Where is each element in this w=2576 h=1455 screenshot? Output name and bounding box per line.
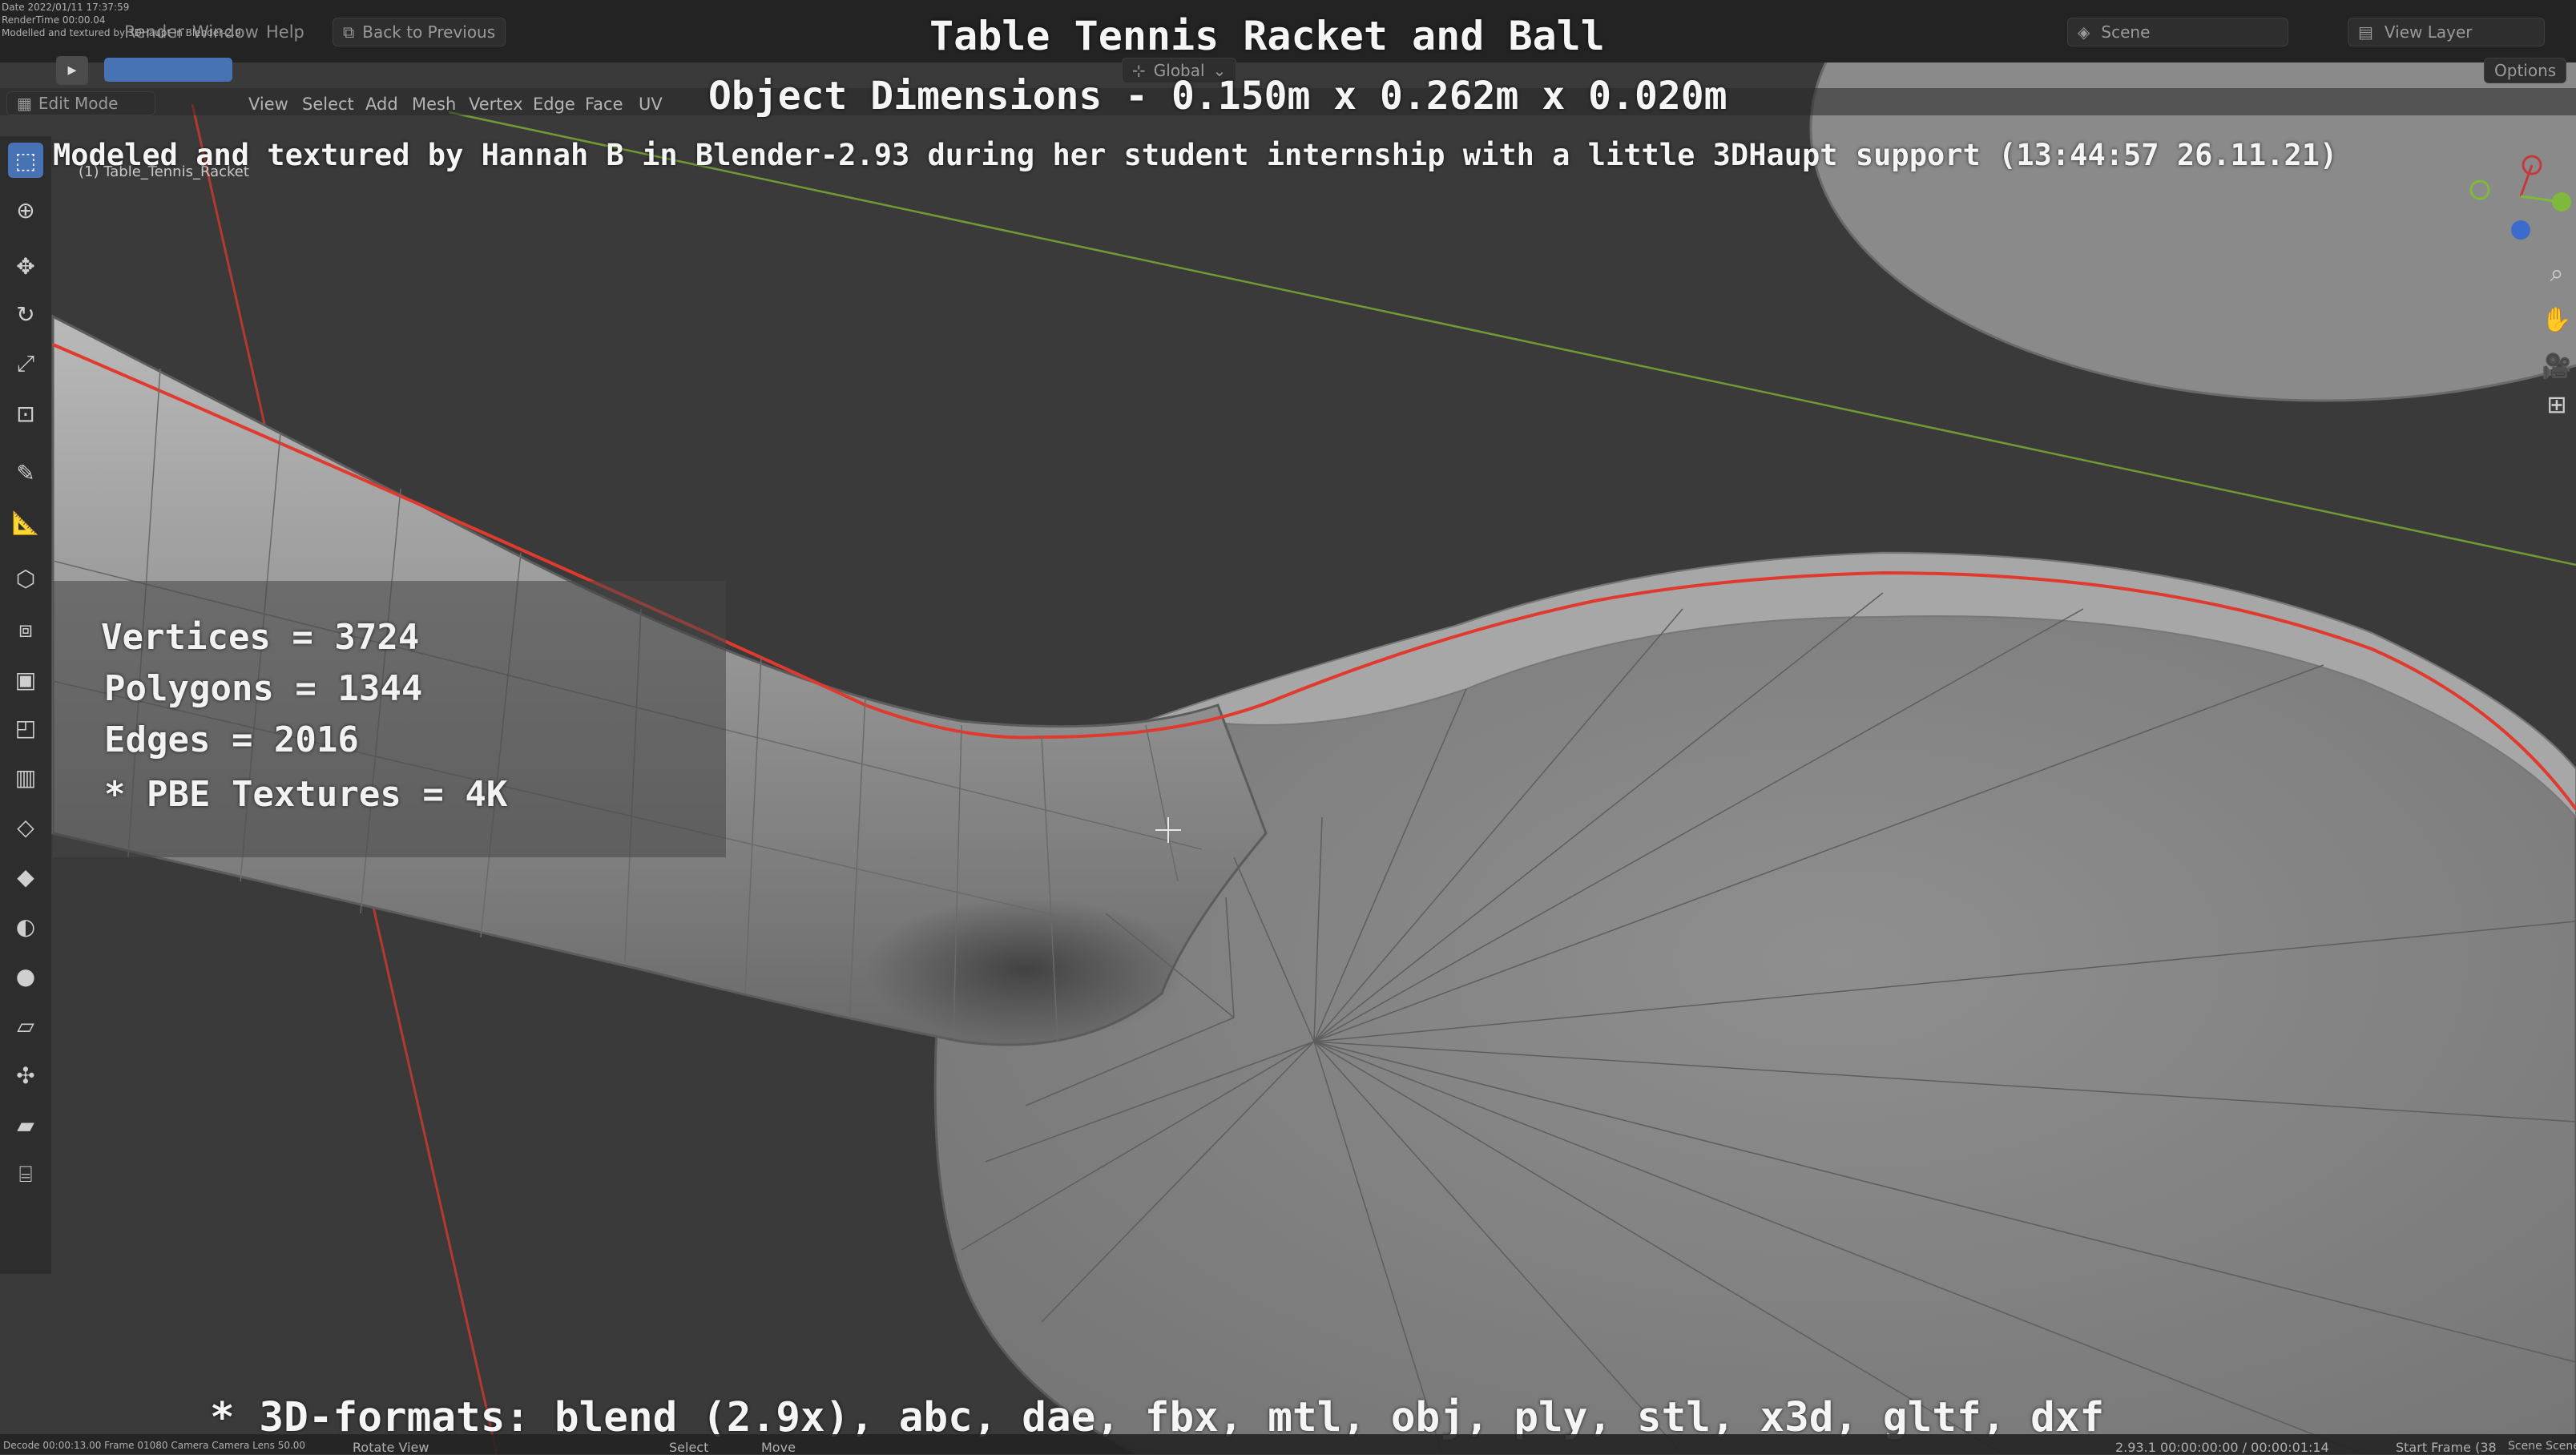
stat-vertices: Vertices = 3724 <box>101 617 420 658</box>
menu-uv[interactable]: UV <box>639 95 663 114</box>
pan-hand-icon[interactable]: ✋ <box>2540 303 2574 337</box>
status-right: 2.93.1 00:00:00:00 / 00:00:01:14 <box>2115 1440 2329 1455</box>
back-icon: ⧉ <box>343 22 355 42</box>
bevel-icon[interactable]: ◰ <box>8 710 43 745</box>
loop-cut-icon[interactable]: ▥ <box>8 760 43 795</box>
back-label: Back to Previous <box>362 22 496 42</box>
title-overlay: Table Tennis Racket and Ball <box>929 13 1605 59</box>
status-move: Move <box>761 1440 796 1455</box>
left-toolbar: ⬚ ⊕ ✥ ↻ ⤢ ⊡ ✎ 📐 ⬡ ⧈ ▣ ◰ ▥ ◇ ◆ ◐ ● ▱ ✣ ▰ … <box>0 136 51 1274</box>
scale-icon[interactable]: ⤢ <box>8 346 43 381</box>
annotate-icon[interactable]: ✎ <box>8 455 43 490</box>
options-button[interactable]: Options <box>2484 58 2567 83</box>
cursor-icon[interactable]: ⊕ <box>8 192 43 228</box>
poly-build-icon[interactable]: ◆ <box>8 859 43 894</box>
overlay-date: Date 2022/01/11 17:37:59 <box>2 2 130 13</box>
transform-icon[interactable]: ⊡ <box>8 396 43 431</box>
menu-select[interactable]: Select <box>302 95 354 114</box>
back-to-previous-button[interactable]: ⧉ Back to Previous <box>333 18 506 46</box>
status-left: Decode 00:00:13.00 Frame 01080 Camera Ca… <box>3 1440 306 1451</box>
mode-dropdown[interactable]: ▦ Edit Mode <box>6 91 155 115</box>
zoom-icon[interactable]: ⌕ <box>2540 256 2574 290</box>
status-frame: Start Frame (38 <box>2396 1440 2497 1455</box>
menu-edge[interactable]: Edge <box>533 95 575 114</box>
measure-icon[interactable]: 📐 <box>8 505 43 540</box>
shrink-fatten-icon[interactable]: ✣ <box>8 1058 43 1093</box>
menu-add[interactable]: Add <box>365 95 398 114</box>
dimensions-overlay: Object Dimensions - 0.150m x 0.262m x 0.… <box>708 74 1727 119</box>
rotate-icon[interactable]: ↻ <box>8 296 43 332</box>
scene-selector[interactable]: ◈ Scene <box>2067 18 2288 46</box>
menu-view[interactable]: View <box>248 95 288 114</box>
select-box-icon[interactable]: ⬚ <box>8 143 43 178</box>
view-layer-icon: ▤ <box>2358 22 2373 42</box>
knife-icon[interactable]: ◇ <box>8 809 43 844</box>
shear-icon[interactable]: ▰ <box>8 1107 43 1143</box>
move-icon[interactable]: ✥ <box>8 248 43 284</box>
status-select: Select <box>669 1440 709 1455</box>
handle-shadow <box>865 897 1186 1042</box>
scene-icon: ◈ <box>2078 22 2090 42</box>
camera-icon[interactable]: 🎥 <box>2540 349 2574 383</box>
extrude-icon[interactable]: ⧈ <box>8 612 43 647</box>
grid-icon[interactable]: ⊞ <box>2540 388 2574 421</box>
inset-icon[interactable]: ▣ <box>8 662 43 697</box>
options-label: Options <box>2494 61 2557 80</box>
edit-mode-icon: ▦ <box>17 94 32 113</box>
stat-polygons: Polygons = 1344 <box>104 668 423 709</box>
overlay-rendertime: RenderTime 00:00.04 <box>2 14 106 26</box>
stat-edges: Edges = 2016 <box>104 719 359 760</box>
menu-face[interactable]: Face <box>585 95 623 114</box>
view-layer-selector[interactable]: ▤ View Layer <box>2348 18 2545 46</box>
edge-slide-icon[interactable]: ▱ <box>8 1008 43 1043</box>
status-rotate: Rotate View <box>353 1440 429 1455</box>
smooth-icon[interactable]: ● <box>8 958 43 994</box>
rip-icon[interactable]: ⌸ <box>8 1157 43 1192</box>
status-scene: Scene Scene <box>2508 1440 2576 1453</box>
view-layer-label: View Layer <box>2384 22 2473 42</box>
select-tool-icon[interactable]: ▸ <box>56 56 88 85</box>
spin-icon[interactable]: ◐ <box>8 909 43 944</box>
mode-label: Edit Mode <box>38 94 119 113</box>
selection-mode-group[interactable] <box>104 58 232 82</box>
credit-overlay: Modeled and textured by Hannah B in Blen… <box>53 138 2338 172</box>
menu-vertex[interactable]: Vertex <box>469 95 523 114</box>
overlay-note: Modelled and textured by 3DHaupt in Blen… <box>2 27 241 38</box>
scene-label: Scene <box>2101 22 2151 42</box>
stat-textures: * PBE Textures = 4K <box>104 774 508 815</box>
menu-help[interactable]: Help <box>266 22 304 42</box>
menu-mesh[interactable]: Mesh <box>412 95 456 114</box>
add-cube-icon[interactable]: ⬡ <box>8 561 43 596</box>
